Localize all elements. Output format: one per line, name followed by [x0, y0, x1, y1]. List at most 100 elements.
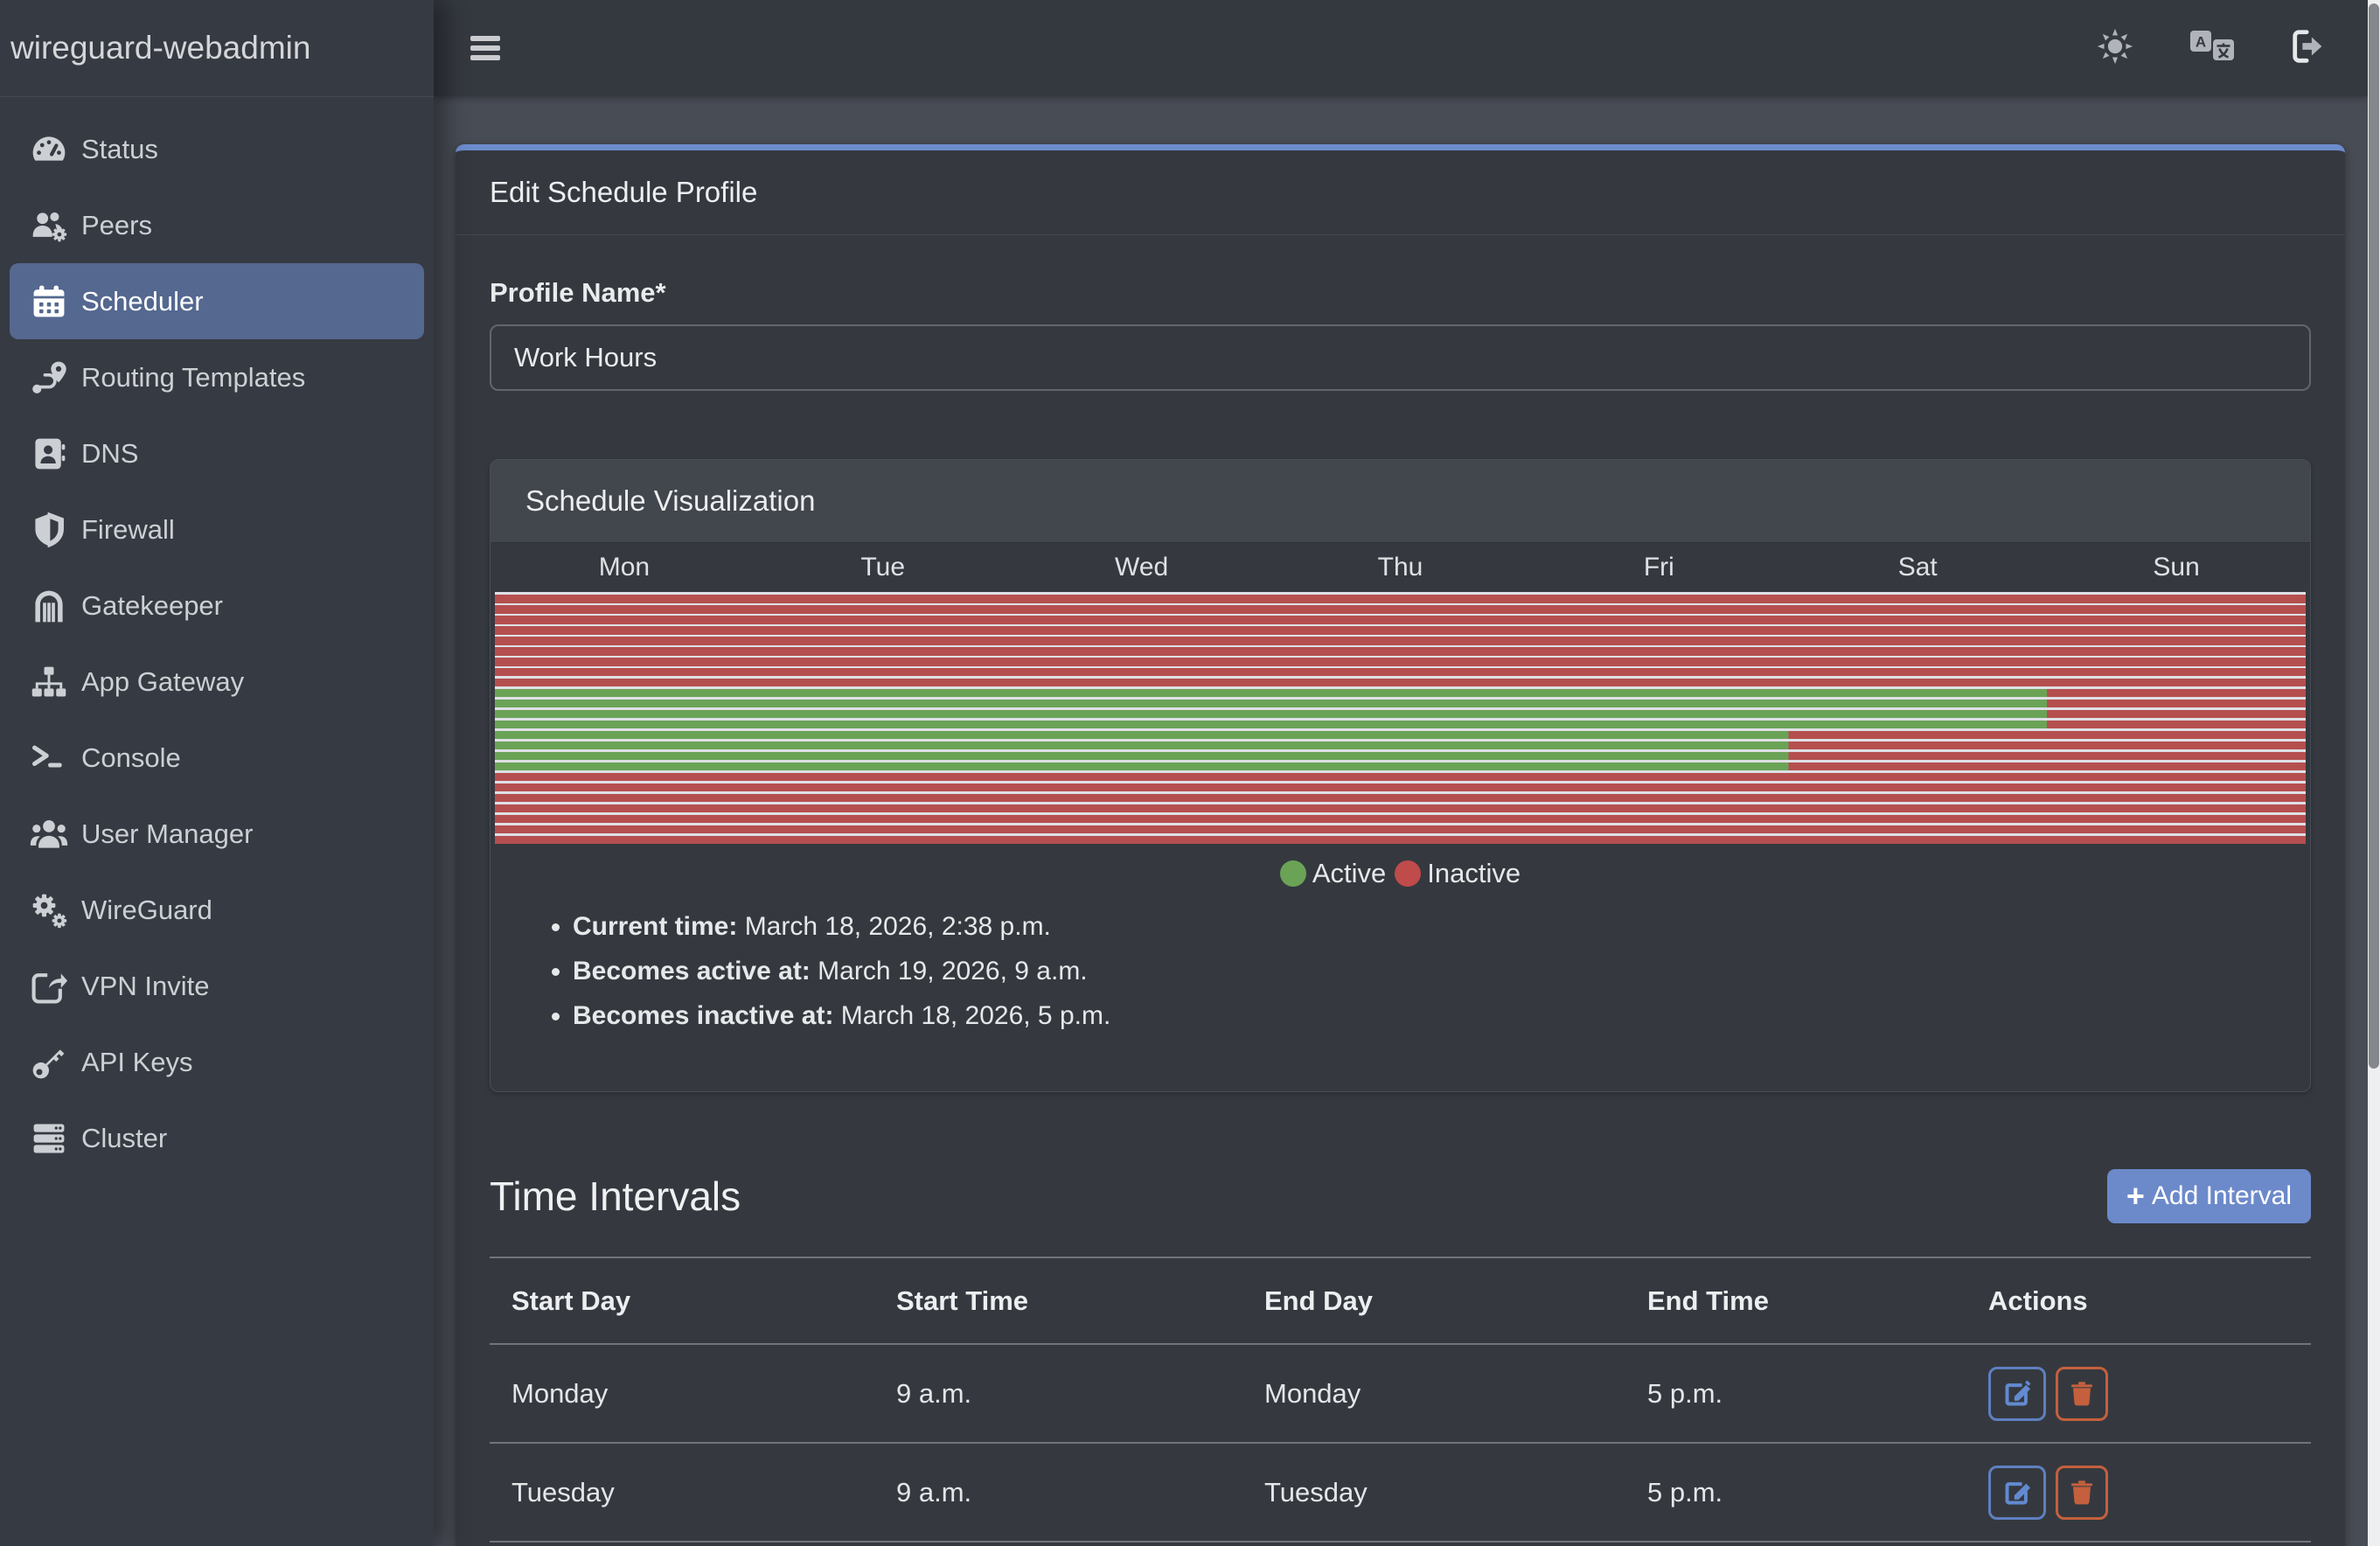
- heatmap-hour-row: [495, 836, 2306, 845]
- language-translate-icon[interactable]: A: [2189, 28, 2235, 69]
- sidebar-item-cluster[interactable]: Cluster: [10, 1100, 424, 1176]
- day-label: Sun: [2047, 553, 2306, 582]
- schedule-visualization-title: Schedule Visualization: [491, 460, 2310, 543]
- col-start-day: Start Day: [490, 1285, 874, 1317]
- key-icon: [29, 1042, 69, 1083]
- schedule-visualization-card: Schedule Visualization Mon Tue Wed Thu F…: [490, 459, 2311, 1092]
- becomes-inactive-item: Becomes inactive at: March 18, 2026, 5 p…: [573, 1001, 2310, 1031]
- users-gear-icon: [29, 205, 69, 246]
- svg-text:A: A: [2196, 33, 2206, 50]
- table-header-row: Start Day Start Time End Day End Time Ac…: [490, 1258, 2311, 1345]
- heatmap-hour-row: [495, 689, 2306, 698]
- topbar-actions: A: [2095, 26, 2368, 71]
- sidebar-item-routing-templates[interactable]: Routing Templates: [10, 339, 424, 415]
- day-labels-row: Mon Tue Wed Thu Fri Sat Sun: [495, 543, 2306, 592]
- intervals-table: Start Day Start Time End Day End Time Ac…: [490, 1257, 2311, 1546]
- app-root: wireguard-webadmin Status Peers Schedule…: [0, 0, 2380, 1546]
- plus-icon: +: [2126, 1180, 2145, 1212]
- users-icon: [29, 814, 69, 854]
- scrollbar-thumb[interactable]: [2369, 3, 2379, 1069]
- sidebar-item-console[interactable]: Console: [10, 720, 424, 796]
- route-icon: [29, 358, 69, 398]
- heatmap-hour-row: [495, 783, 2306, 792]
- col-end-time: End Time: [1625, 1285, 1966, 1317]
- sidebar-item-wireguard[interactable]: WireGuard: [10, 872, 424, 948]
- schedule-heatmap: [495, 592, 2306, 844]
- sidebar-item-scheduler[interactable]: Scheduler: [10, 263, 424, 339]
- sidebar-item-label: DNS: [81, 438, 138, 470]
- sidebar-item-dns[interactable]: DNS: [10, 415, 424, 491]
- sidebar-item-label: Cluster: [81, 1123, 167, 1154]
- sidebar-item-firewall[interactable]: Firewall: [10, 491, 424, 568]
- theme-toggle-sun-icon[interactable]: [2095, 26, 2135, 71]
- app-title: wireguard-webadmin: [0, 0, 434, 97]
- delete-interval-button[interactable]: [2056, 1466, 2108, 1520]
- table-row: Monday 9 a.m. Monday 5 p.m.: [490, 1345, 2311, 1444]
- heatmap-hour-row: [495, 626, 2306, 635]
- heatmap-hour-row: [495, 616, 2306, 624]
- day-label: Fri: [1529, 553, 1788, 582]
- sitemap-icon: [29, 662, 69, 702]
- heatmap-hour-row: [495, 794, 2306, 803]
- sidebar-item-label: User Manager: [81, 818, 253, 850]
- sidebar-item-label: Routing Templates: [81, 362, 305, 393]
- sidebar-item-label: API Keys: [81, 1047, 193, 1078]
- profile-name-input[interactable]: [490, 324, 2311, 391]
- edit-interval-button[interactable]: [1988, 1466, 2046, 1520]
- sidebar-item-label: Scheduler: [81, 286, 204, 317]
- hamburger-menu-button[interactable]: [470, 36, 500, 60]
- heatmap-hour-row: [495, 637, 2306, 645]
- shield-icon: [29, 510, 69, 550]
- day-label: Wed: [1013, 553, 1271, 582]
- edit-schedule-profile-card: Edit Schedule Profile Profile Name* Sche…: [456, 144, 2345, 1546]
- sidebar: wireguard-webadmin Status Peers Schedule…: [0, 0, 434, 1546]
- sidebar-item-status[interactable]: Status: [10, 111, 424, 187]
- delete-interval-button[interactable]: [2056, 1367, 2108, 1421]
- logout-icon[interactable]: [2289, 26, 2329, 71]
- profile-name-label: Profile Name*: [490, 277, 2311, 309]
- sidebar-item-label: Firewall: [81, 514, 175, 546]
- sidebar-item-label: App Gateway: [81, 666, 244, 698]
- share-icon: [29, 966, 69, 1006]
- heatmap-hour-row: [495, 804, 2306, 813]
- inactive-dot-icon: [1395, 860, 1421, 887]
- gears-icon: [29, 890, 69, 930]
- server-stack-icon: [29, 1118, 69, 1159]
- heatmap-hour-row: [495, 815, 2306, 824]
- edit-interval-button[interactable]: [1988, 1367, 2046, 1421]
- sidebar-item-vpn-invite[interactable]: VPN Invite: [10, 948, 424, 1024]
- heatmap-hour-row: [495, 679, 2306, 687]
- tachometer-icon: [29, 129, 69, 170]
- add-interval-button[interactable]: + Add Interval: [2107, 1169, 2311, 1223]
- legend-inactive: Inactive: [1395, 858, 1521, 889]
- sidebar-nav: Status Peers Scheduler Routing Templates: [0, 97, 434, 1176]
- col-end-day: End Day: [1242, 1285, 1625, 1317]
- time-intervals-heading: Time Intervals: [490, 1173, 741, 1220]
- terminal-icon: [29, 738, 69, 778]
- sidebar-item-label: Peers: [81, 210, 152, 241]
- topbar: A: [434, 0, 2368, 96]
- day-label: Mon: [495, 553, 754, 582]
- day-label: Thu: [1271, 553, 1530, 582]
- calendar-icon: [29, 282, 69, 322]
- active-dot-icon: [1280, 860, 1306, 887]
- sidebar-item-peers[interactable]: Peers: [10, 187, 424, 263]
- sidebar-item-api-keys[interactable]: API Keys: [10, 1024, 424, 1100]
- heatmap-hour-row: [495, 763, 2306, 771]
- heatmap-hour-row: [495, 658, 2306, 666]
- table-row: Wednesday 9 a.m. Wednesday 5 p.m.: [490, 1543, 2311, 1546]
- heatmap-hour-row: [495, 742, 2306, 750]
- table-row: Tuesday 9 a.m. Tuesday 5 p.m.: [490, 1444, 2311, 1543]
- heatmap-hour-row: [495, 700, 2306, 708]
- sidebar-item-app-gateway[interactable]: App Gateway: [10, 644, 424, 720]
- sidebar-item-gatekeeper[interactable]: Gatekeeper: [10, 568, 424, 644]
- sidebar-item-label: Gatekeeper: [81, 590, 223, 622]
- heatmap-hour-row: [495, 668, 2306, 677]
- heatmap-hour-row: [495, 710, 2306, 719]
- sidebar-item-user-manager[interactable]: User Manager: [10, 796, 424, 872]
- col-start-time: Start Time: [874, 1285, 1242, 1317]
- arch-icon: [29, 586, 69, 626]
- heatmap-hour-row: [495, 647, 2306, 656]
- heatmap-hour-row: [495, 825, 2306, 834]
- heatmap-hour-row: [495, 605, 2306, 614]
